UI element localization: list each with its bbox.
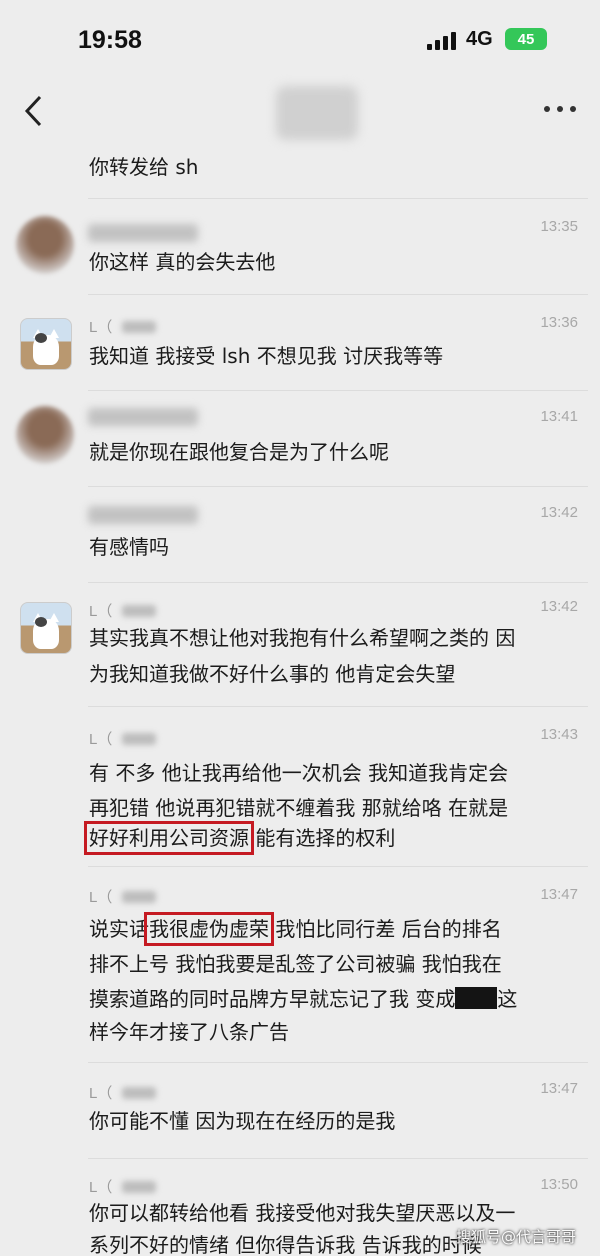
sender-name: L（	[89, 316, 157, 337]
message-item: L（ 13:43 有 不多 他让我再给他一次机会 我知道我肯定会 再犯错 他说再…	[0, 706, 600, 866]
chevron-left-icon[interactable]	[22, 94, 48, 128]
message-item: 你转发给 sh	[0, 146, 600, 198]
message-time: 13:50	[540, 1176, 578, 1193]
network-label: 4G	[466, 28, 493, 50]
highlighted-phrase: 我很虚伪虚荣	[144, 912, 274, 946]
message-text: 有 不多 他让我再给他一次机会 我知道我肯定会	[89, 761, 509, 785]
message-item: L（ 13:42 其实我真不想让他对我抱有什么希望啊之类的 因 为我知道我做不好…	[0, 582, 600, 706]
message-text: 为我知道我做不好什么事的 他肯定会失望	[89, 662, 456, 686]
message-text: 排不上号 我怕我要是乱签了公司被骗 我怕我在	[89, 952, 502, 976]
avatar[interactable]	[20, 602, 72, 654]
redaction-block	[455, 987, 498, 1009]
message-item: L（ 13:36 我知道 我接受 lsh 不想见我 讨厌我等等	[0, 294, 600, 390]
message-time: 13:47	[540, 886, 578, 903]
message-text: 摸索道路的同时品牌方早就忘记了我 变成这	[89, 987, 518, 1011]
chat-title-blurred	[276, 86, 358, 140]
message-text: 其实我真不想让他对我抱有什么希望啊之类的 因	[89, 626, 516, 650]
message-text: 样今年才接了八条广告	[89, 1020, 289, 1044]
status-time: 19:58	[78, 26, 142, 54]
message-item: 13:42 有感情吗	[0, 486, 600, 582]
message-time: 13:42	[540, 504, 578, 521]
sender-name-blurred	[88, 506, 198, 524]
message-time: 13:36	[540, 314, 578, 331]
status-bar: 19:58 4G 45	[0, 0, 600, 78]
sender-name-blurred	[88, 408, 198, 426]
avatar[interactable]	[16, 406, 74, 464]
message-item: 13:35 你这样 真的会失去他	[0, 198, 600, 294]
message-time: 13:47	[540, 1080, 578, 1097]
battery-icon: 45	[505, 28, 547, 50]
message-time: 13:42	[540, 598, 578, 615]
sender-name: L（	[89, 1082, 157, 1103]
message-text: 好好利用公司资源 能有选择的权利	[84, 821, 396, 855]
sender-name: L（	[89, 1176, 157, 1197]
sender-name: L（	[89, 886, 157, 907]
ellipsis-icon[interactable]	[544, 102, 578, 116]
battery-level: 45	[517, 30, 535, 48]
avatar[interactable]	[16, 216, 74, 274]
sender-name: L（	[89, 600, 157, 621]
message-text: 我知道 我接受 lsh 不想见我 讨厌我等等	[89, 344, 444, 368]
message-text: 就是你现在跟他复合是为了什么呢	[89, 440, 389, 464]
message-time: 13:43	[540, 726, 578, 743]
watermark: 搜狐号@代言哥哥	[456, 1228, 577, 1246]
avatar[interactable]	[20, 318, 72, 370]
message-text: 你可能不懂 因为现在在经历的是我	[89, 1109, 396, 1133]
sender-name: L（	[89, 728, 157, 749]
message-text: 你这样 真的会失去他	[89, 250, 276, 274]
highlighted-phrase: 好好利用公司资源	[84, 821, 254, 855]
message-text: 有感情吗	[89, 535, 169, 559]
signal-icon	[427, 32, 457, 50]
message-time: 13:41	[540, 408, 578, 425]
nav-bar	[0, 78, 600, 146]
sender-name-blurred	[88, 224, 198, 242]
message-time: 13:35	[540, 218, 578, 235]
message-item: L（ 13:47 你可能不懂 因为现在在经历的是我	[0, 1062, 600, 1158]
message-text: 说实话我很虚伪虚荣 我怕比同行差 后台的排名	[89, 912, 502, 946]
message-text: 你转发给 sh	[89, 155, 199, 179]
message-item: 13:41 就是你现在跟他复合是为了什么呢	[0, 390, 600, 486]
message-item: L（ 13:47 说实话我很虚伪虚荣 我怕比同行差 后台的排名 排不上号 我怕我…	[0, 866, 600, 1062]
